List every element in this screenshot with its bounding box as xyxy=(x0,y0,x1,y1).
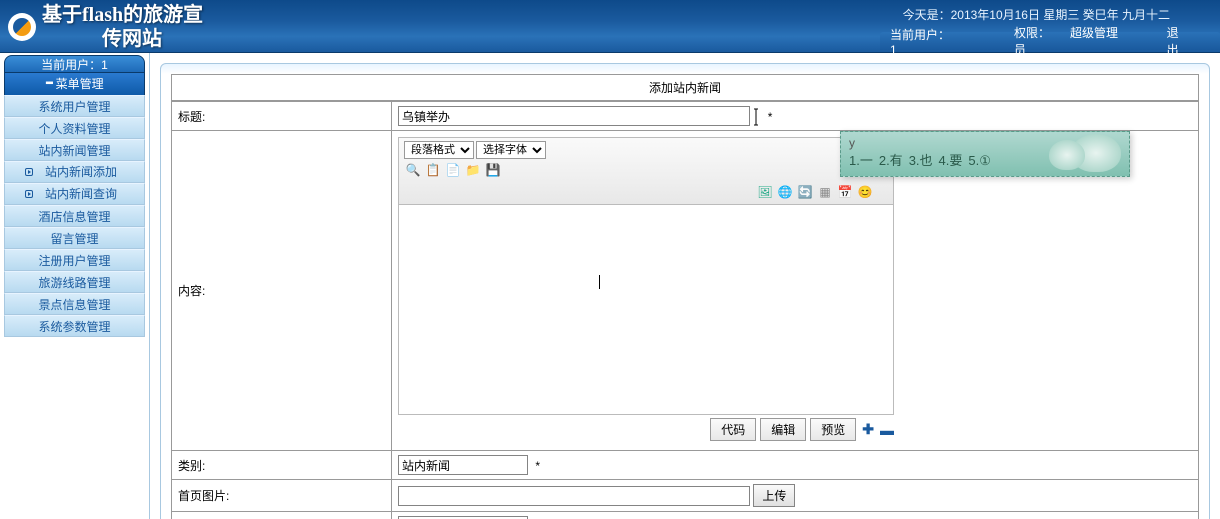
sidebar-item-5[interactable]: 酒店信息管理 xyxy=(4,205,145,227)
content-area: 添加站内新闻 标题: * 内容: xyxy=(150,53,1220,519)
paste-icon[interactable]: 📄 xyxy=(444,161,462,179)
app-title-line1: 基于flash的旅游宣 xyxy=(42,3,203,27)
sidebar-item-8[interactable]: 旅游线路管理 xyxy=(4,271,145,293)
title-input[interactable] xyxy=(398,106,750,126)
panel-title: 添加站内新闻 xyxy=(171,74,1199,101)
folder-icon[interactable]: 📁 xyxy=(464,161,482,179)
search-icon[interactable]: 🔍 xyxy=(404,161,422,179)
ime-candidate[interactable]: 4.要 xyxy=(939,153,963,168)
editor-tab-code[interactable]: 代码 xyxy=(710,418,756,441)
sidebar-item-7[interactable]: 注册用户管理 xyxy=(4,249,145,271)
editor-body[interactable] xyxy=(398,205,894,415)
user-bar: 当前用户：1 权限：超级管理员 退出 xyxy=(880,32,1220,50)
user-role: 权限：超级管理员 xyxy=(1014,24,1147,58)
ime-panel: y 1.一2.有3.也4.要5.① ▸ xyxy=(840,131,1130,177)
image-label: 首页图片: xyxy=(172,480,392,512)
sidebar-item-9[interactable]: 景点信息管理 xyxy=(4,293,145,315)
logo-area: 基于flash的旅游宣 传网站 xyxy=(0,0,211,54)
font-family-select[interactable]: 选择字体 xyxy=(476,141,546,159)
menu-header-icon: ▪▪▪▪ xyxy=(45,73,51,95)
current-user: 当前用户：1 xyxy=(890,26,994,57)
sidebar-item-0[interactable]: 系统用户管理 xyxy=(4,95,145,117)
ime-mascot-icon xyxy=(1071,134,1121,172)
sidebar-item-3[interactable]: 站内新闻添加 xyxy=(4,161,145,183)
image-icon[interactable]: 🖼 xyxy=(756,183,774,201)
upload-button[interactable]: 上传 xyxy=(753,484,795,507)
logout-link[interactable]: 退出 xyxy=(1167,24,1190,58)
app-title-line2: 传网站 xyxy=(102,27,203,51)
image-path-input[interactable] xyxy=(398,486,750,506)
plus-icon[interactable]: ✚ xyxy=(862,421,874,438)
text-cursor-icon xyxy=(753,108,760,126)
table-icon[interactable]: ▦ xyxy=(816,183,834,201)
globe-icon[interactable]: 🌐 xyxy=(776,183,794,201)
arrow-icon xyxy=(25,168,33,176)
editor-tab-edit[interactable]: 编辑 xyxy=(760,418,806,441)
sidebar-item-2[interactable]: 站内新闻管理 xyxy=(4,139,145,161)
save-icon[interactable]: 💾 xyxy=(484,161,502,179)
ime-candidate[interactable]: 2.有 xyxy=(879,153,903,168)
minus-icon[interactable]: ▬ xyxy=(880,422,894,438)
calendar-icon[interactable]: 📅 xyxy=(836,183,854,201)
content-label: 内容: xyxy=(172,131,392,451)
ime-candidate[interactable]: 5.① xyxy=(968,153,991,168)
date-display: 今天是：2013年10月16日 星期三 癸巳年 九月十二 xyxy=(903,6,1170,23)
ime-candidate[interactable]: 3.也 xyxy=(909,153,933,168)
ime-candidate[interactable]: 1.一 xyxy=(849,153,873,168)
paragraph-format-select[interactable]: 段落格式 xyxy=(404,141,474,159)
sidebar-item-1[interactable]: 个人资料管理 xyxy=(4,117,145,139)
hits-label: 点击率: xyxy=(172,512,392,519)
sidebar: 当前用户：1 ▪▪▪▪ 菜单管理 系统用户管理个人资料管理站内新闻管理站内新闻添… xyxy=(0,53,150,519)
menu-header: ▪▪▪▪ 菜单管理 xyxy=(4,73,145,95)
copy-icon[interactable]: 📋 xyxy=(424,161,442,179)
refresh-icon[interactable]: 🔄 xyxy=(796,183,814,201)
title-label: 标题: xyxy=(172,102,392,131)
logo-icon xyxy=(8,13,36,41)
sidebar-item-10[interactable]: 系统参数管理 xyxy=(4,315,145,337)
sidebar-item-6[interactable]: 留言管理 xyxy=(4,227,145,249)
category-label: 类别: xyxy=(172,451,392,480)
sidebar-item-4[interactable]: 站内新闻查询 xyxy=(4,183,145,205)
app-header: 基于flash的旅游宣 传网站 今天是：2013年10月16日 星期三 癸巳年 … xyxy=(0,0,1220,53)
emoji-icon[interactable]: 😊 xyxy=(856,183,874,201)
editor-toolbar: 段落格式 选择字体 ✂ 🔍 📋 📄 📁 💾 xyxy=(398,137,894,205)
rich-text-editor: 段落格式 选择字体 ✂ 🔍 📋 📄 📁 💾 xyxy=(398,137,894,444)
arrow-icon xyxy=(25,190,33,198)
category-input[interactable] xyxy=(398,455,528,475)
editor-tab-preview[interactable]: 预览 xyxy=(810,418,856,441)
sidebar-user-tab: 当前用户：1 xyxy=(4,55,145,73)
